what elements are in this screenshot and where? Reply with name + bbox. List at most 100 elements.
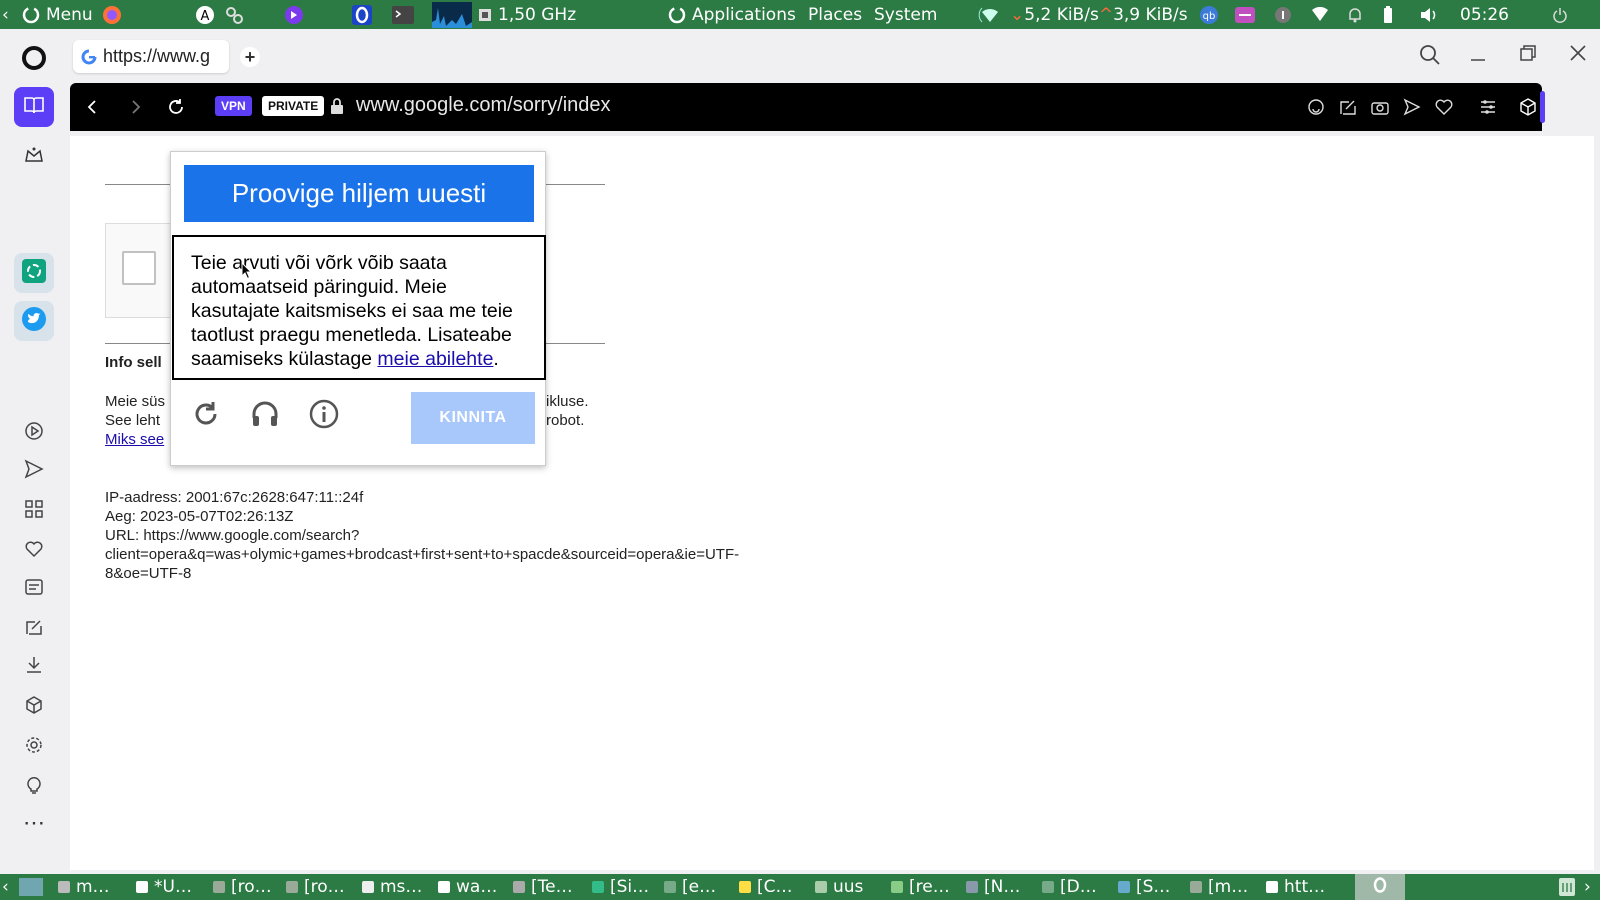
opera-launcher-icon[interactable] [352, 0, 372, 29]
snapshot-edit-icon[interactable] [22, 615, 46, 639]
settings-gear-icon[interactable] [22, 733, 46, 757]
crown-icon[interactable] [22, 143, 46, 167]
vpn-badge[interactable]: VPN [215, 96, 252, 116]
player-icon[interactable] [22, 419, 46, 443]
terminal-icon[interactable] [392, 0, 414, 29]
lightbulb-icon[interactable] [22, 773, 46, 797]
network-tray-icon[interactable] [1311, 0, 1329, 29]
taskbar-window-10[interactable]: uus [815, 874, 863, 900]
trash-icon[interactable] [1558, 874, 1576, 900]
tab-search-icon[interactable] [1419, 44, 1441, 71]
info-tray-icon[interactable] [1273, 0, 1293, 29]
power-icon[interactable] [1552, 0, 1568, 29]
more-options-icon[interactable]: ⋯ [22, 810, 46, 835]
send-icon[interactable] [22, 457, 46, 481]
taskbar-window-3[interactable]: [ro… [286, 874, 345, 900]
reading-list-button[interactable] [14, 87, 54, 127]
tab-google[interactable]: https://www.g [73, 40, 229, 73]
cpu-freq-indicator[interactable]: 1,50 GHz [476, 0, 576, 29]
why-link[interactable]: Miks see [105, 431, 164, 448]
applications-label: Applications [692, 4, 796, 25]
taskbar-window-label: [C… [757, 877, 793, 897]
info-help-icon[interactable] [307, 397, 341, 431]
taskbar-window-11[interactable]: [re… [891, 874, 950, 900]
sound-app-icon[interactable] [1235, 0, 1255, 29]
taskbar-window-8[interactable]: [e… [664, 874, 716, 900]
recaptcha-checkbox[interactable] [122, 251, 156, 285]
heart-icon[interactable] [22, 537, 46, 561]
back-icon[interactable] [82, 97, 102, 122]
minimize-icon[interactable] [1468, 45, 1488, 70]
settings-app-icon[interactable] [224, 0, 244, 29]
clock[interactable]: 05:26 [1460, 0, 1509, 29]
taskbar-window-14[interactable]: [S… [1118, 874, 1170, 900]
taskbar-scroll-right-icon[interactable]: › [1584, 874, 1591, 900]
easy-setup-icon[interactable] [1338, 97, 1358, 122]
new-tab-plus-icon[interactable]: + [240, 47, 260, 67]
taskbar-window-15[interactable]: [m… [1190, 874, 1248, 900]
taskbar-window-4[interactable]: ms… [362, 874, 422, 900]
taskbar-window-icon [1118, 881, 1130, 893]
close-window-icon[interactable] [1568, 43, 1588, 68]
active-task-opera[interactable] [1355, 874, 1405, 900]
taskbar-window-2[interactable]: [ro… [213, 874, 272, 900]
taskbar-window-icon [1266, 881, 1278, 893]
taskbar-window-6[interactable]: [Te… [513, 874, 573, 900]
lock-icon[interactable] [330, 97, 344, 120]
forward-icon[interactable] [126, 97, 146, 122]
system-menu[interactable]: System [874, 0, 937, 29]
show-desktop-icon[interactable] [18, 874, 44, 900]
volume-icon[interactable] [1419, 0, 1439, 29]
taskbar-window-0[interactable]: m… [58, 874, 110, 900]
extensions-cube-icon[interactable] [22, 693, 46, 717]
taskbar-window-13[interactable]: [D… [1042, 874, 1097, 900]
chatgpt-button[interactable] [14, 253, 54, 293]
taskbar-window-1[interactable]: *U… [136, 874, 192, 900]
net-speed-indicator[interactable]: ⌄ 5,2 KiB/s ^ 3,9 KiB/s [1010, 0, 1188, 29]
taskbar-window-icon [136, 881, 148, 893]
taskbar-scroll-left-icon[interactable]: ‹ [2, 874, 9, 900]
downloads-icon[interactable] [22, 653, 46, 677]
qbittorrent-icon[interactable]: qb [1199, 0, 1219, 29]
emoji-icon[interactable] [1306, 97, 1326, 122]
url-field[interactable]: www.google.com/sorry/index [356, 94, 611, 117]
notification-bell-icon[interactable] [1347, 0, 1363, 29]
taskbar-window-icon [1042, 881, 1054, 893]
podcast-app-icon[interactable] [284, 0, 304, 29]
speed-dial-icon[interactable] [22, 497, 46, 521]
taskbar-window-9[interactable]: [C… [739, 874, 793, 900]
top-panel: ‹ Menu A 1,50 GHz Applications Places Sy… [0, 0, 1600, 29]
extension-cube-icon[interactable] [1518, 97, 1538, 122]
taskbar-window-5[interactable]: wa… [438, 874, 497, 900]
taskbar-window-label: *U… [154, 877, 192, 897]
help-page-link[interactable]: meie abilehte [377, 348, 493, 370]
history-icon[interactable] [22, 575, 46, 599]
reload-challenge-icon[interactable] [189, 397, 223, 431]
share-send-icon[interactable] [1402, 97, 1422, 122]
panel-scroll-left-icon[interactable]: ‹ [2, 0, 9, 29]
taskbar-window-label: wa… [456, 877, 498, 897]
restore-icon[interactable] [1518, 43, 1538, 68]
audio-challenge-icon[interactable] [248, 397, 282, 431]
taskbar-window-16[interactable]: htt… [1266, 874, 1325, 900]
net-down-label: 5,2 KiB/s [1024, 4, 1099, 25]
taskbar-window-12[interactable]: [N… [966, 874, 1020, 900]
battery-icon[interactable] [1383, 0, 1393, 29]
twitter-button[interactable] [14, 301, 54, 341]
info-line-2: See leht [105, 412, 161, 429]
easy-setup-sliders-icon[interactable] [1478, 97, 1498, 122]
taskbar-window-7[interactable]: [Si… [592, 874, 649, 900]
mouse-cursor-icon [241, 261, 253, 285]
bookmark-heart-icon[interactable] [1434, 97, 1454, 122]
firefox-icon[interactable] [102, 0, 122, 29]
applications-menu[interactable]: Applications [668, 0, 796, 29]
wifi-icon[interactable] [972, 0, 1008, 29]
verify-button[interactable]: KINNITA [411, 392, 535, 444]
opera-logo-icon[interactable] [22, 46, 46, 70]
mint-menu-button[interactable]: Menu [22, 0, 93, 29]
taskbar-window-label: [m… [1208, 877, 1249, 897]
camera-icon[interactable] [1370, 97, 1390, 122]
places-menu[interactable]: Places [808, 0, 862, 29]
reload-icon[interactable] [166, 97, 186, 122]
font-app-icon[interactable]: A [195, 0, 215, 29]
